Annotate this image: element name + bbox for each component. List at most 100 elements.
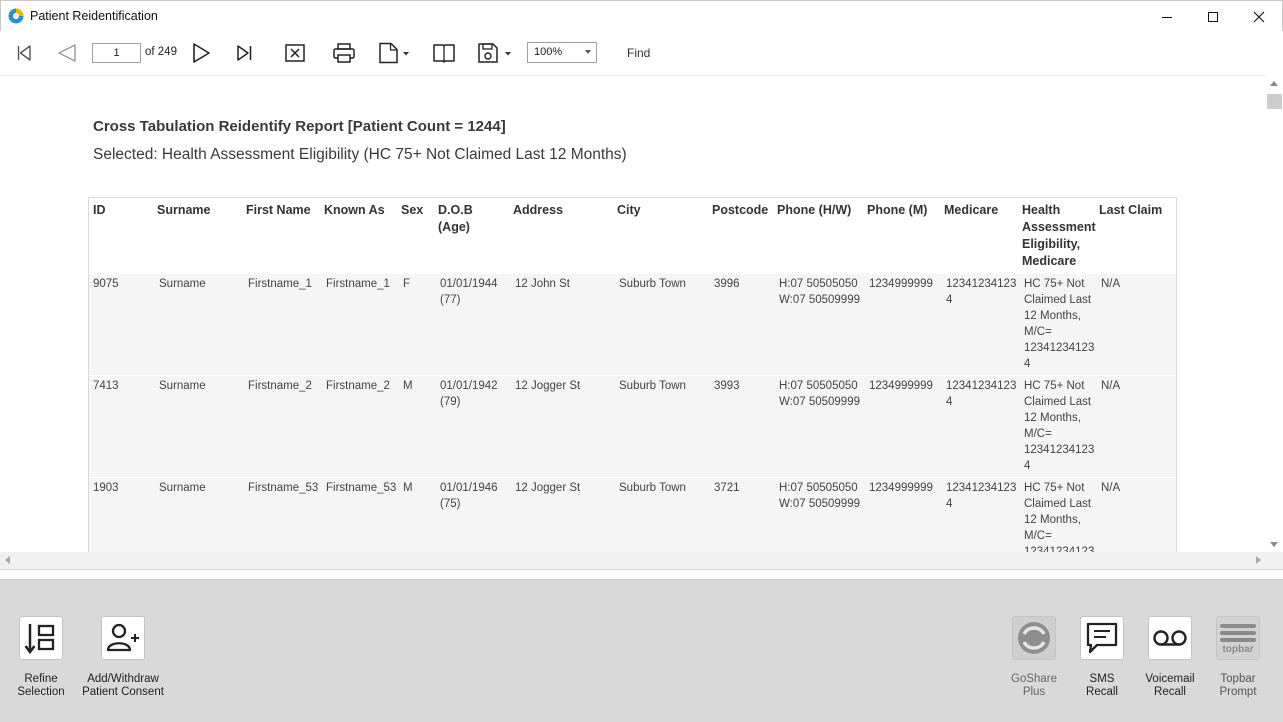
previous-page-button[interactable] bbox=[54, 41, 80, 65]
topbar-logo-text: topbar bbox=[1222, 644, 1254, 655]
page-setup-button[interactable] bbox=[376, 41, 412, 65]
zoom-value: 100% bbox=[534, 46, 563, 58]
maximize-button[interactable] bbox=[1190, 1, 1236, 32]
page-count-label: of 249 bbox=[145, 46, 177, 58]
sort-list-icon bbox=[24, 624, 55, 655]
maximize-icon bbox=[1208, 11, 1218, 22]
horizontal-scrollbar[interactable] bbox=[0, 552, 1266, 569]
add-user-icon bbox=[106, 623, 139, 652]
save-icon bbox=[478, 43, 511, 63]
last-page-icon bbox=[237, 45, 252, 61]
next-page-button[interactable] bbox=[188, 41, 214, 65]
scroll-right-icon[interactable] bbox=[1256, 556, 1261, 564]
next-page-icon bbox=[193, 43, 210, 63]
voicemail-recall-label: Voicemail Recall bbox=[1145, 673, 1195, 698]
scrollbar-thumb[interactable] bbox=[1267, 94, 1282, 109]
topbar-logo-icon bbox=[1220, 624, 1256, 642]
printer-icon bbox=[333, 43, 355, 63]
col-header-phone-m: Phone (M) bbox=[867, 203, 928, 217]
report-title: Cross Tabulation Reidentify Report [Pati… bbox=[93, 118, 506, 135]
col-header-surname: Surname bbox=[157, 203, 211, 217]
zoom-select[interactable]: 100% bbox=[527, 42, 597, 63]
first-page-button[interactable] bbox=[11, 41, 37, 65]
cell-phone-hw: H:07 50505050 W:07 50509999 bbox=[779, 278, 860, 306]
topbar-prompt-button[interactable]: topbar Topbar Prompt bbox=[1215, 616, 1261, 699]
table-row[interactable]: 1903 Surname Firstname_53 Firstname_53 M… bbox=[89, 478, 1176, 552]
window-title-bar: Patient Reidentification bbox=[0, 0, 1283, 31]
add-withdraw-consent-button[interactable]: Add/Withdraw Patient Consent bbox=[82, 616, 164, 699]
cell-health-assessment: HC 75+ Not Claimed Last 12 Months, M/C= … bbox=[1024, 278, 1095, 370]
print-button[interactable] bbox=[331, 41, 357, 65]
book-icon bbox=[433, 44, 455, 63]
refine-selection-button[interactable]: Refine Selection bbox=[17, 616, 65, 699]
voicemail-recall-button[interactable]: Voicemail Recall bbox=[1145, 616, 1195, 699]
patient-table: ID Surname First Name Known As Sex D.O.B… bbox=[88, 197, 1177, 552]
cell-address: 12 Jogger St bbox=[515, 482, 581, 494]
previous-page-icon bbox=[58, 44, 76, 62]
report-subtitle: Selected: Health Assessment Eligibility … bbox=[93, 146, 627, 163]
page-number-input[interactable]: 1 bbox=[92, 43, 141, 63]
cell-sex: M bbox=[403, 380, 413, 392]
voicemail-icon bbox=[1153, 630, 1187, 646]
cell-first-name: Firstname_53 bbox=[248, 482, 319, 494]
scroll-up-icon[interactable] bbox=[1270, 81, 1278, 86]
table-row[interactable]: 9075 Surname Firstname_1 Firstname_1 F 0… bbox=[89, 274, 1176, 375]
page-setup-icon bbox=[379, 42, 409, 64]
panel-divider bbox=[0, 569, 1283, 579]
cell-dob: 01/01/1942 (79) bbox=[440, 380, 498, 408]
cell-health-assessment: HC 75+ Not Claimed Last 12 Months, M/C= … bbox=[1024, 482, 1095, 552]
refine-selection-label: Refine Selection bbox=[17, 673, 65, 698]
cell-city: Suburb Town bbox=[619, 482, 686, 494]
cell-postcode: 3993 bbox=[714, 380, 740, 392]
cell-surname: Surname bbox=[159, 380, 206, 392]
cell-city: Suburb Town bbox=[619, 380, 686, 392]
stop-button[interactable] bbox=[282, 41, 308, 65]
report-toolbar: 1 of 249 100% Find bbox=[0, 31, 1283, 75]
sms-recall-button[interactable]: SMS Recall bbox=[1079, 616, 1125, 699]
app-logo-icon bbox=[8, 8, 24, 24]
cell-phone-m: 1234999999 bbox=[869, 380, 933, 392]
last-page-button[interactable] bbox=[232, 41, 258, 65]
cell-surname: Surname bbox=[159, 278, 206, 290]
goshare-icon bbox=[1018, 622, 1050, 654]
close-window-button[interactable] bbox=[1236, 1, 1282, 32]
vertical-scrollbar[interactable] bbox=[1266, 75, 1283, 552]
col-header-postcode: Postcode bbox=[712, 203, 769, 217]
export-button[interactable] bbox=[475, 41, 515, 65]
col-header-health-assessment: Health Assessment Eligibility, Medicare bbox=[1022, 203, 1096, 268]
cell-medicare: 12341234123 4 bbox=[946, 482, 1017, 510]
cell-health-assessment: HC 75+ Not Claimed Last 12 Months, M/C= … bbox=[1024, 380, 1095, 472]
table-row[interactable]: 7413 Surname Firstname_2 Firstname_2 M 0… bbox=[89, 376, 1176, 477]
find-button[interactable]: Find bbox=[627, 46, 650, 60]
sms-recall-label: SMS Recall bbox=[1086, 673, 1118, 698]
scrollbar-corner bbox=[1266, 552, 1283, 569]
col-header-id: ID bbox=[93, 203, 106, 217]
cell-first-name: Firstname_2 bbox=[248, 380, 312, 392]
minimize-button[interactable] bbox=[1144, 1, 1190, 32]
cell-last-claim: N/A bbox=[1101, 380, 1121, 392]
scroll-down-icon[interactable] bbox=[1270, 542, 1278, 547]
cell-medicare: 12341234123 4 bbox=[946, 278, 1017, 306]
cell-surname: Surname bbox=[159, 482, 206, 494]
goshare-plus-button[interactable]: GoShare Plus bbox=[1011, 616, 1057, 699]
chevron-down-icon bbox=[585, 50, 591, 54]
cell-city: Suburb Town bbox=[619, 278, 686, 290]
cell-phone-hw: H:07 50505050 W:07 50509999 bbox=[779, 380, 860, 408]
cell-dob: 01/01/1944 (77) bbox=[440, 278, 498, 306]
col-header-phone-hw: Phone (H/W) bbox=[777, 203, 852, 217]
report-viewport[interactable]: Cross Tabulation Reidentify Report [Pati… bbox=[0, 75, 1266, 552]
scroll-left-icon[interactable] bbox=[5, 556, 10, 564]
cell-known-as: Firstname_1 bbox=[326, 278, 390, 290]
cell-phone-hw: H:07 50505050 W:07 50509999 bbox=[779, 482, 860, 510]
col-header-sex: Sex bbox=[401, 203, 424, 217]
col-header-medicare: Medicare bbox=[944, 203, 999, 217]
add-withdraw-consent-label: Add/Withdraw Patient Consent bbox=[82, 673, 164, 698]
cell-phone-m: 1234999999 bbox=[869, 482, 933, 494]
close-icon bbox=[1253, 11, 1265, 22]
cell-postcode: 3721 bbox=[714, 482, 740, 494]
col-header-city: City bbox=[617, 203, 641, 217]
cell-known-as: Firstname_53 bbox=[326, 482, 397, 494]
minimize-icon bbox=[1162, 16, 1172, 18]
print-layout-button[interactable] bbox=[431, 41, 457, 65]
cell-id: 1903 bbox=[93, 482, 119, 494]
